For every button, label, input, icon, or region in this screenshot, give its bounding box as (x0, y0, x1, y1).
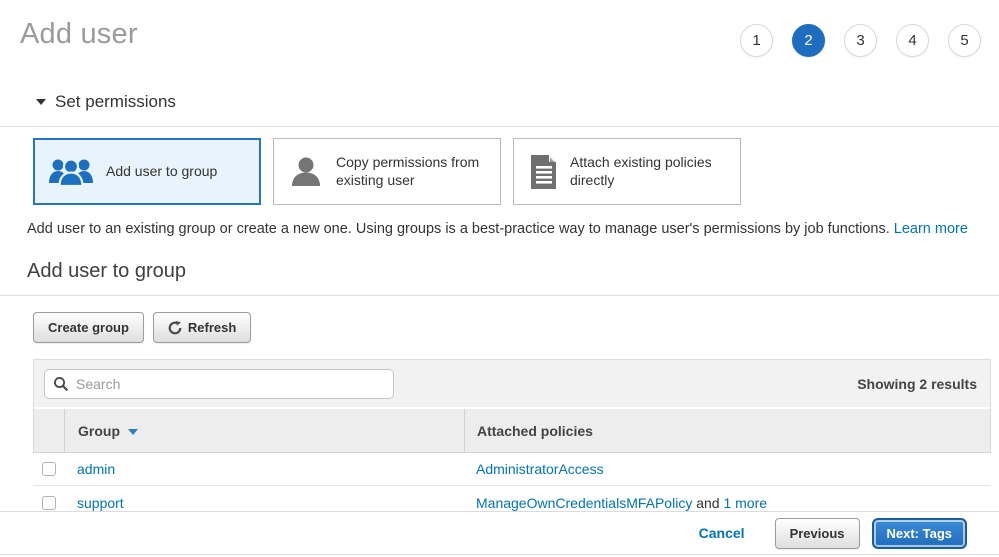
create-group-button[interactable]: Create group (33, 312, 144, 343)
attached-policies-column-header: Attached policies (465, 409, 990, 452)
table-row-admin: admin AdministratorAccess (33, 453, 991, 486)
permission-option-cards: Add user to group Copy permissions from … (33, 138, 999, 205)
wizard-step-2-current[interactable]: 2 (792, 24, 825, 57)
option-label: Attach existing policies directly (570, 154, 730, 189)
table-toolbar: Showing 2 results (33, 359, 991, 407)
select-all-header-cell (34, 409, 65, 452)
refresh-button[interactable]: Refresh (153, 312, 251, 343)
add-user-to-group-heading: Add user to group (27, 260, 999, 283)
group-column-label: Group (78, 423, 120, 439)
wizard-steps: 1 2 3 4 5 (740, 24, 981, 57)
learn-more-link[interactable]: Learn more (894, 221, 968, 237)
group-cell: support (64, 495, 464, 511)
cancel-link[interactable]: Cancel (699, 525, 745, 541)
policy-link[interactable]: AdministratorAccess (476, 461, 604, 477)
group-icon (48, 156, 94, 188)
description-text: Add user to an existing group or create … (27, 221, 890, 237)
permissions-description: Add user to an existing group or create … (27, 221, 999, 237)
table-body: admin AdministratorAccess support Manage… (33, 453, 991, 520)
wizard-step-5[interactable]: 5 (948, 24, 981, 57)
attached-policies-column-label: Attached policies (477, 423, 593, 439)
wizard-footer: Cancel Previous Next: Tags (0, 511, 999, 555)
add-user-wizard: Add user 1 2 3 4 5 Set permissions (0, 0, 999, 557)
group-link[interactable]: support (77, 495, 124, 511)
results-summary: Showing 2 results (857, 376, 980, 392)
wizard-step-3[interactable]: 3 (844, 24, 877, 57)
section-divider (0, 126, 999, 127)
group-link[interactable]: admin (77, 461, 115, 477)
page-header: Add user 1 2 3 4 5 (0, 0, 999, 57)
search-icon (53, 376, 69, 397)
table-header-row: Group Attached policies (33, 407, 991, 453)
row-checkbox-cell (33, 462, 64, 476)
set-permissions-title: Set permissions (55, 92, 176, 112)
refresh-icon (168, 321, 182, 335)
more-policies-link[interactable]: 1 more (723, 495, 767, 511)
policies-connector-text: and (696, 495, 719, 511)
sort-desc-icon (128, 429, 138, 435)
page-title: Add user (20, 18, 138, 51)
previous-button[interactable]: Previous (775, 518, 860, 549)
group-column-header[interactable]: Group (65, 409, 465, 452)
row-checkbox[interactable] (42, 496, 56, 510)
option-add-user-to-group[interactable]: Add user to group (33, 138, 261, 205)
search-box (44, 369, 394, 399)
document-icon (528, 154, 558, 190)
policies-cell: AdministratorAccess (464, 461, 991, 477)
policy-link[interactable]: ManageOwnCredentialsMFAPolicy (476, 495, 692, 511)
option-label: Add user to group (106, 163, 217, 181)
policies-cell: ManageOwnCredentialsMFAPolicy and 1 more (464, 495, 991, 511)
heading-divider (0, 295, 999, 296)
row-checkbox[interactable] (42, 462, 56, 476)
user-icon (288, 154, 324, 190)
group-cell: admin (64, 461, 464, 477)
option-copy-permissions[interactable]: Copy permissions from existing user (273, 138, 501, 205)
option-attach-policies[interactable]: Attach existing policies directly (513, 138, 741, 205)
wizard-step-4[interactable]: 4 (896, 24, 929, 57)
option-label: Copy permissions from existing user (336, 154, 490, 189)
search-input[interactable] (44, 369, 394, 399)
groups-table: Showing 2 results Group Attached policie… (33, 359, 991, 520)
next-tags-button[interactable]: Next: Tags (872, 518, 968, 549)
table-actions: Create group Refresh (33, 312, 999, 343)
wizard-step-1[interactable]: 1 (740, 24, 773, 57)
row-checkbox-cell (33, 496, 64, 510)
refresh-label: Refresh (188, 320, 236, 335)
set-permissions-section-header[interactable]: Set permissions (36, 92, 999, 112)
collapse-caret-icon (36, 99, 46, 105)
